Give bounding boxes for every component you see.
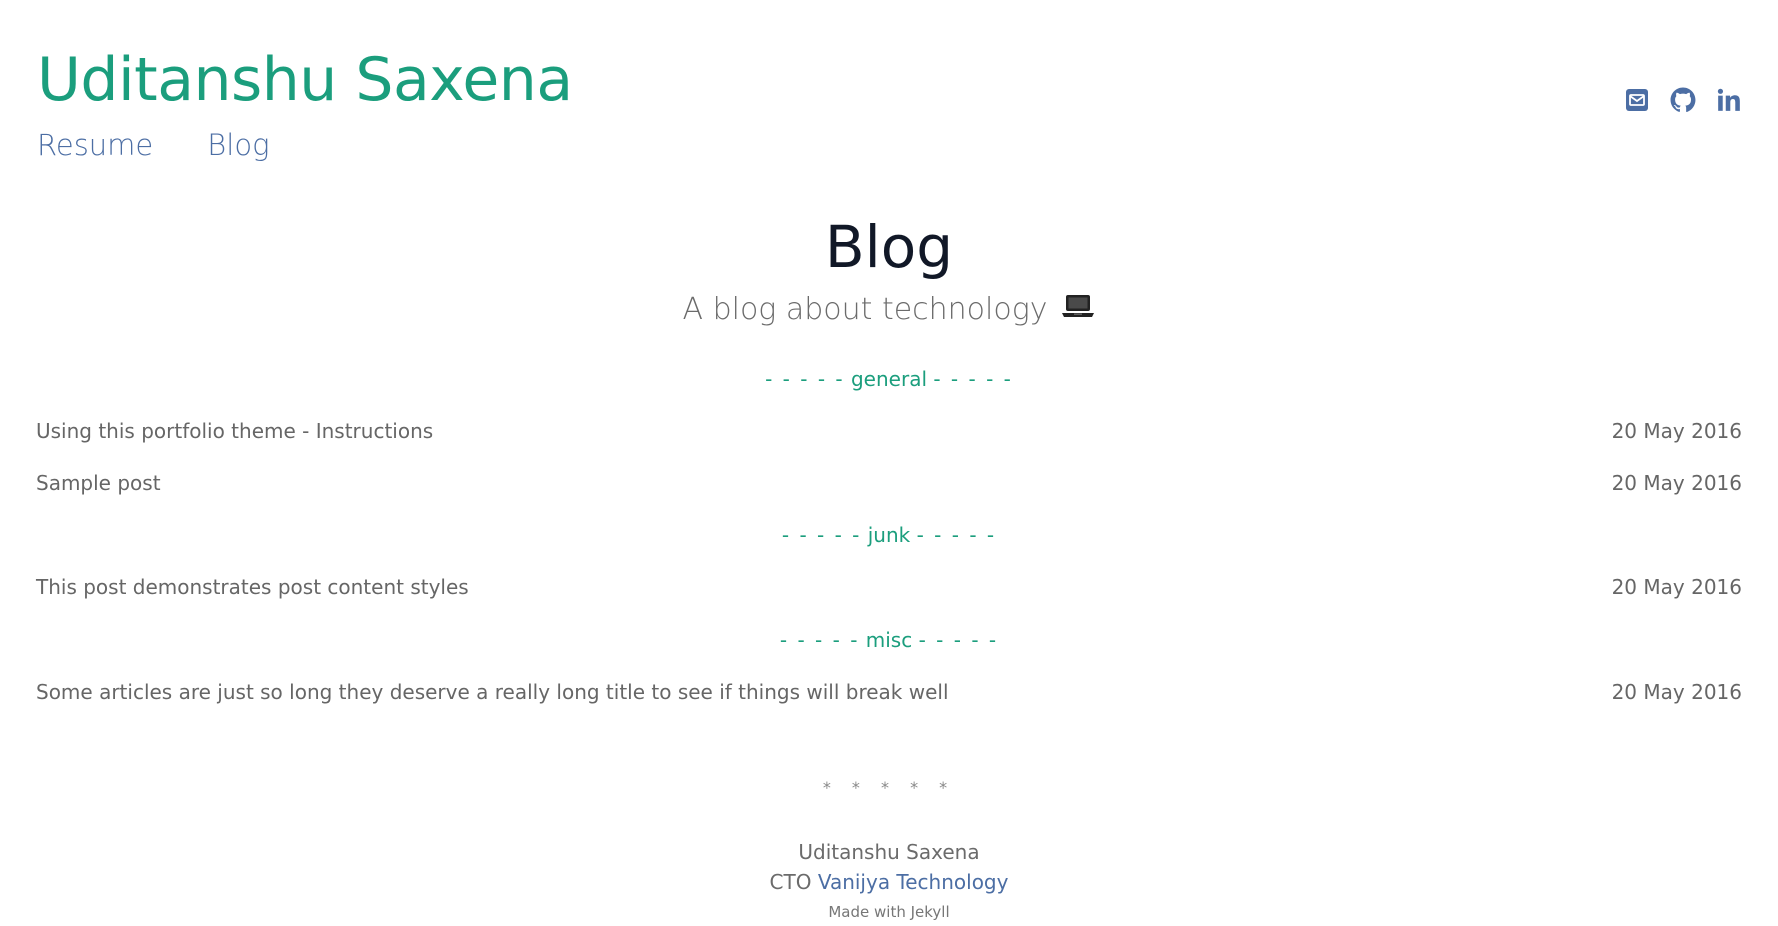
post-date: 20 May 2016 — [1611, 680, 1742, 704]
footer-role: CTO Vanijya Technology — [0, 868, 1778, 896]
list-item: Using this portfolio theme - Instruction… — [36, 418, 1742, 444]
footer-company-link[interactable]: Vanijya Technology — [818, 870, 1009, 894]
post-title[interactable]: Using this portfolio theme - Instruction… — [36, 418, 433, 444]
post-date: 20 May 2016 — [1611, 575, 1742, 599]
category-name[interactable]: junk — [868, 523, 911, 547]
page-subtitle: A blog about technology — [683, 292, 1096, 327]
list-item: Some articles are just so long they dese… — [36, 679, 1742, 705]
main-nav: Resume Blog — [37, 128, 573, 162]
laptop-icon — [1061, 292, 1095, 327]
site-header: Uditanshu Saxena Resume Blog — [37, 50, 573, 162]
site-title[interactable]: Uditanshu Saxena — [37, 50, 573, 110]
footer-name: Uditanshu Saxena — [798, 840, 980, 864]
github-icon[interactable] — [1670, 86, 1696, 114]
post-title[interactable]: Sample post — [36, 470, 161, 496]
footer-role-prefix: CTO — [769, 870, 812, 894]
section-divider: * * * * * — [822, 778, 956, 797]
nav-resume[interactable]: Resume — [37, 128, 153, 162]
linkedin-icon[interactable] — [1716, 86, 1742, 114]
post-date: 20 May 2016 — [1611, 471, 1742, 495]
category-header-misc: - - - - - misc - - - - - — [779, 628, 999, 652]
category-header-junk: - - - - - junk - - - - - — [781, 523, 997, 547]
page-title: Blog — [824, 213, 954, 281]
post-list: - - - - - general - - - - - Using this p… — [36, 366, 1742, 705]
site-footer: Uditanshu Saxena CTO Vanijya Technology … — [0, 838, 1778, 922]
category-name[interactable]: misc — [866, 628, 912, 652]
footer-made-with: Made with Jekyll — [828, 903, 950, 921]
post-title[interactable]: Some articles are just so long they dese… — [36, 679, 949, 705]
list-item: Sample post 20 May 2016 — [36, 470, 1742, 496]
post-date: 20 May 2016 — [1611, 419, 1742, 443]
list-item: This post demonstrates post content styl… — [36, 574, 1742, 600]
category-header-general: - - - - - general - - - - - — [765, 367, 1013, 391]
category-name[interactable]: general — [851, 367, 927, 391]
page-heading: Blog A blog about technology — [0, 218, 1778, 327]
envelope-icon[interactable] — [1624, 86, 1650, 114]
nav-blog[interactable]: Blog — [207, 128, 269, 162]
subtitle-text: A blog about technology — [682, 292, 1048, 327]
post-title[interactable]: This post demonstrates post content styl… — [36, 574, 469, 600]
social-links — [1624, 86, 1742, 114]
